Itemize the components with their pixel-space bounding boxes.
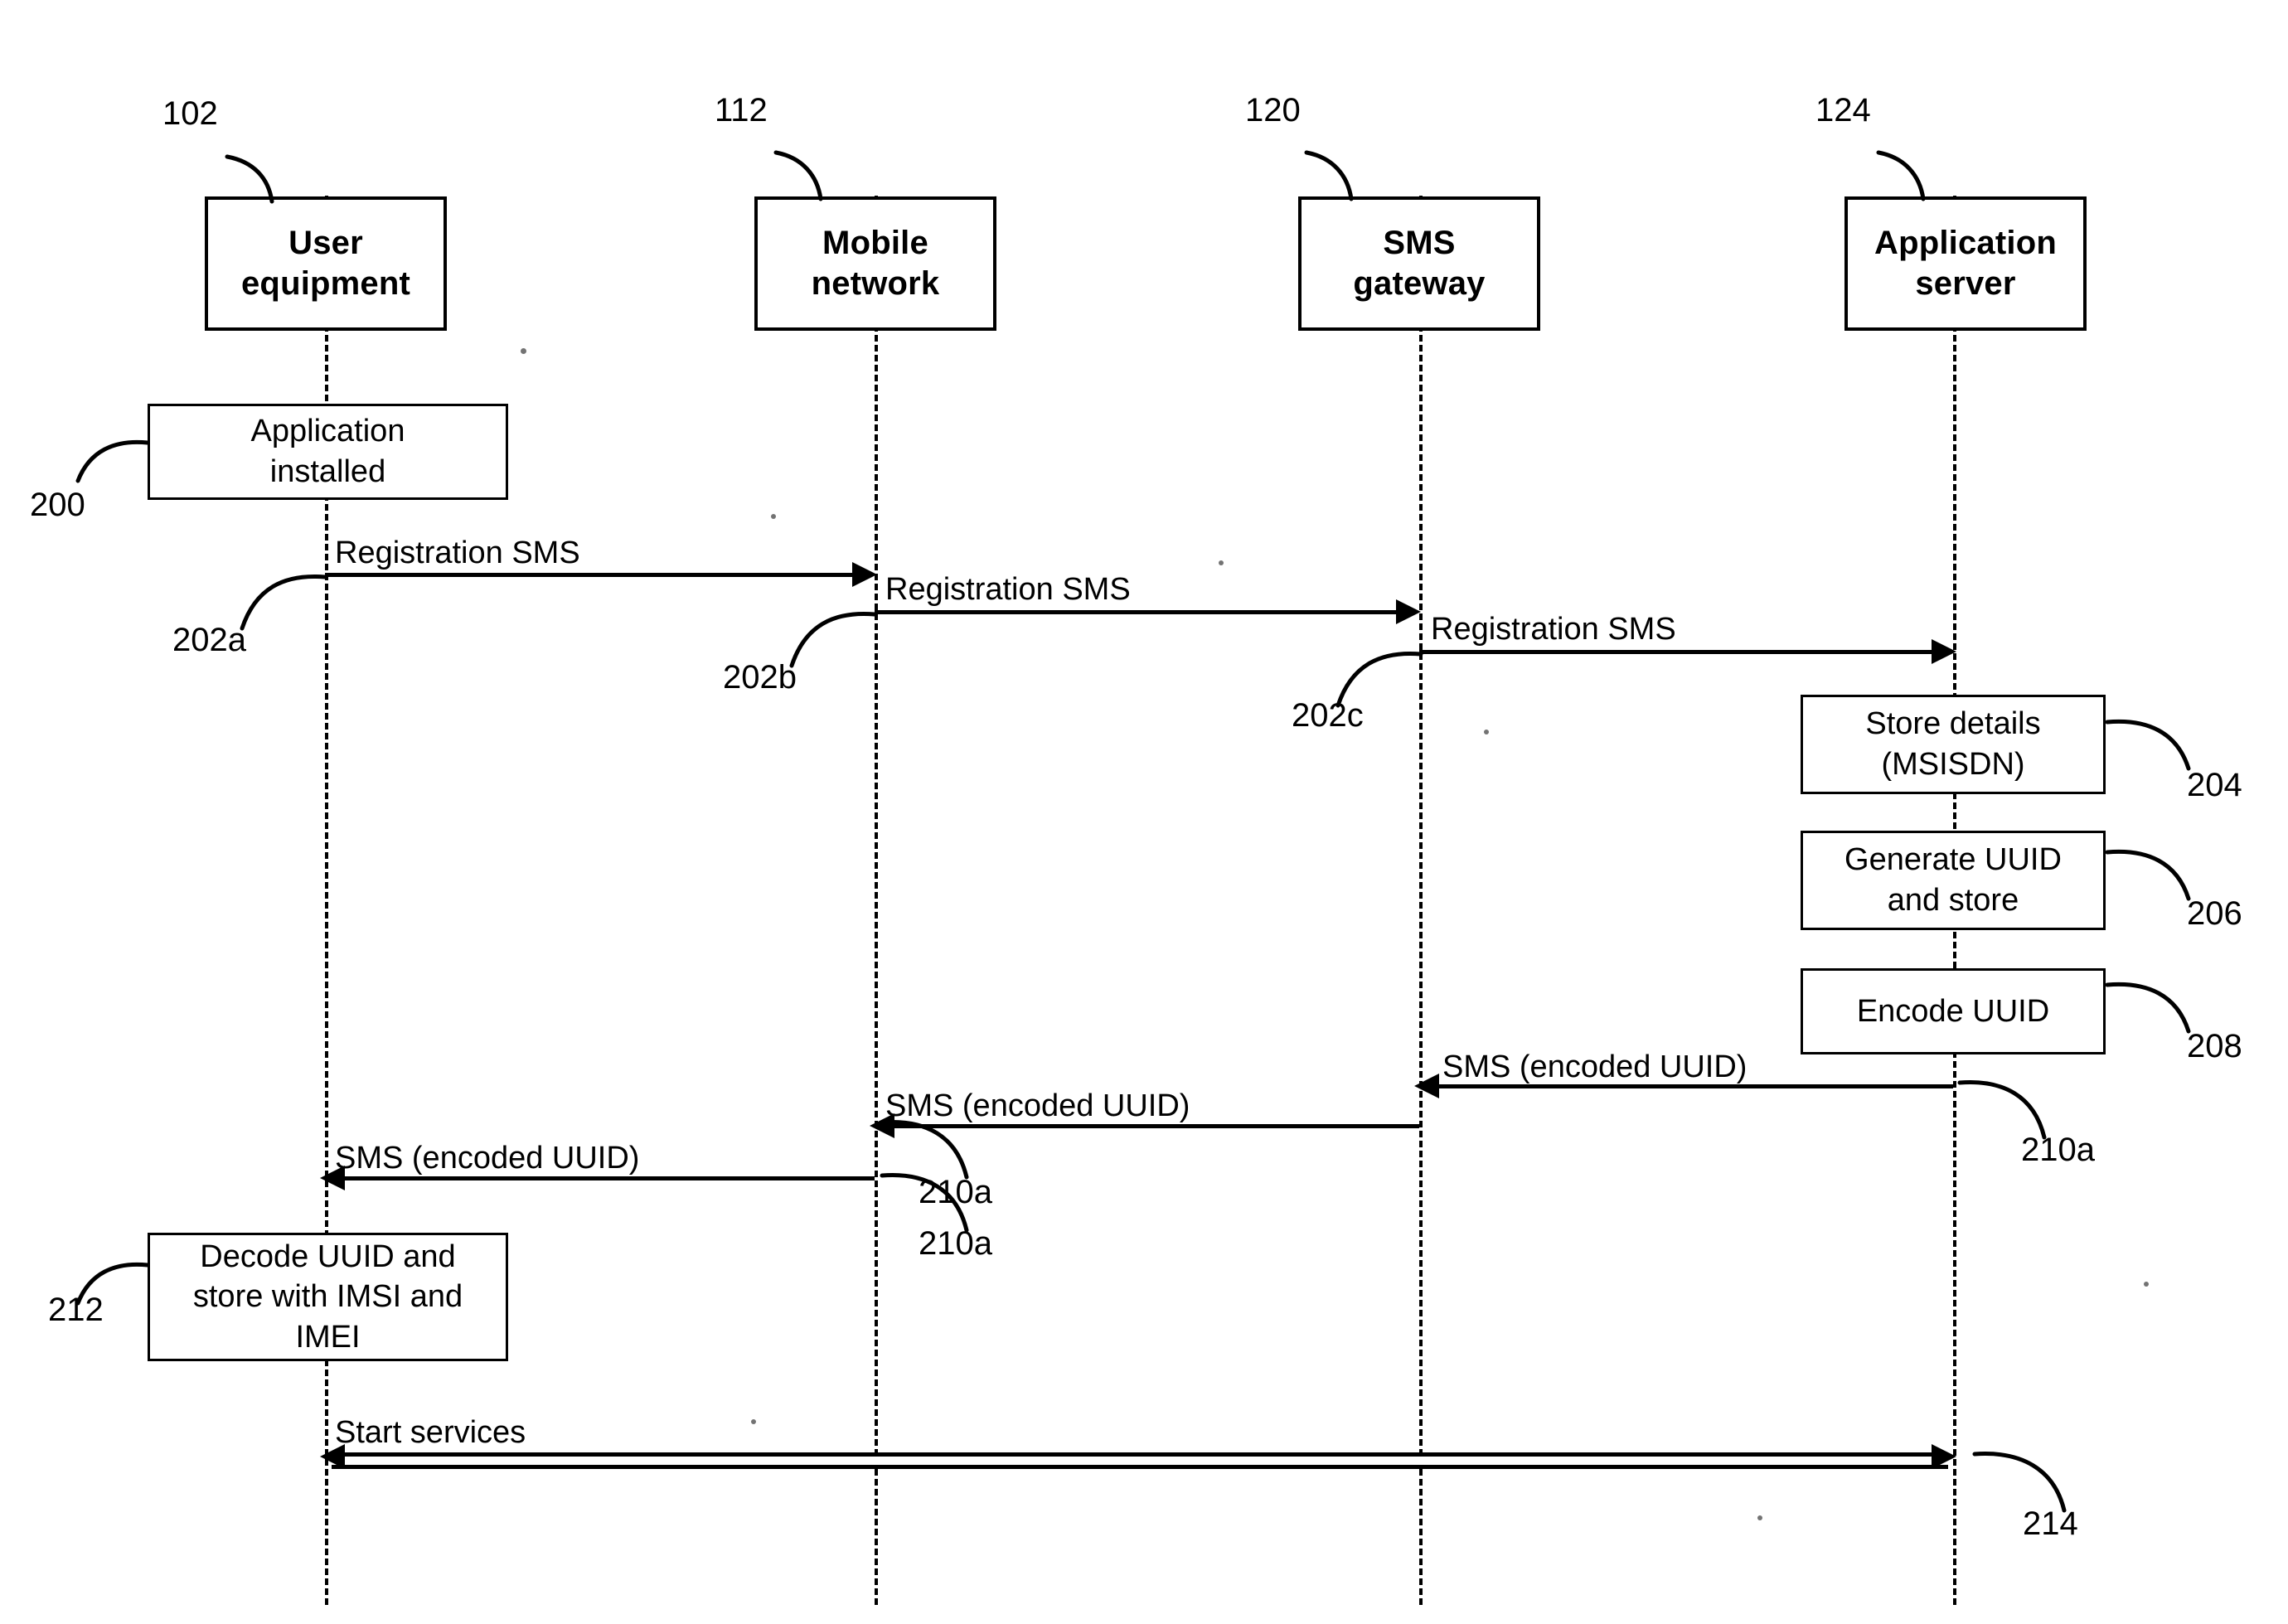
message-label-start-services: Start services	[335, 1415, 526, 1450]
leader-line-202a	[234, 572, 328, 633]
process-box-generate-uuid: Generate UUID and store	[1801, 831, 2106, 930]
leader-line-202b	[783, 609, 878, 671]
lifeline-sms-gateway	[1419, 196, 1423, 1605]
actor-label-line2: gateway	[1353, 265, 1486, 302]
process-box-decode-uuid: Decode UUID and store with IMSI and IMEI	[148, 1233, 508, 1361]
scan-speck	[1219, 560, 1224, 565]
ref-number-202a: 202a	[172, 622, 246, 658]
arrowhead-right-202b	[1396, 599, 1421, 624]
actor-label-line2: network	[811, 265, 940, 302]
actor-label-line1: User	[288, 225, 363, 262]
ref-number-200: 200	[30, 487, 85, 523]
ref-number-102: 102	[162, 95, 218, 132]
process-box-line1: Store details	[1865, 706, 2041, 742]
actor-box-mobile-network: Mobile network	[754, 196, 996, 331]
actor-box-application-server: Application server	[1844, 196, 2087, 331]
ref-number-214: 214	[2023, 1505, 2078, 1542]
lifeline-mobile-network	[875, 196, 878, 1605]
message-arrow-sms-encoded-uuid-1	[1419, 1084, 1953, 1088]
leader-line-102	[224, 153, 282, 205]
process-box-line1: Generate UUID	[1844, 842, 2062, 878]
arrowhead-right-202c	[1932, 639, 1956, 664]
process-box-line3: IMEI	[295, 1319, 361, 1355]
scan-speck	[2144, 1282, 2149, 1287]
message-label-sms-encoded-uuid-2: SMS (encoded UUID)	[885, 1088, 1190, 1123]
ref-number-212: 212	[48, 1292, 104, 1328]
ref-number-204: 204	[2187, 767, 2242, 803]
scan-speck	[1484, 730, 1489, 734]
process-box-line1: Application	[250, 414, 405, 449]
ref-number-120: 120	[1245, 92, 1301, 128]
actor-box-user-equipment: User equipment	[205, 196, 447, 331]
ref-number-210a-1: 210a	[2021, 1132, 2095, 1168]
process-box-line1: Encode UUID	[1856, 993, 2050, 1029]
scan-speck	[751, 1419, 756, 1424]
leader-line-120	[1303, 149, 1361, 202]
leader-line-206	[2104, 847, 2195, 905]
message-label-sms-encoded-uuid-1: SMS (encoded UUID)	[1442, 1050, 1748, 1084]
arrowhead-right-214	[1932, 1444, 1956, 1469]
process-box-store-details: Store details (MSISDN)	[1801, 695, 2106, 794]
sequence-diagram-canvas: User equipment Mobile network SMS gatewa…	[0, 0, 2288, 1624]
message-label-sms-encoded-uuid-3: SMS (encoded UUID)	[335, 1141, 640, 1176]
ref-number-202c: 202c	[1292, 697, 1364, 734]
ref-number-210a-3: 210a	[919, 1225, 992, 1262]
leader-line-124	[1875, 149, 1933, 202]
message-label-registration-sms-1: Registration SMS	[335, 536, 580, 570]
message-label-registration-sms-3: Registration SMS	[1431, 612, 1676, 647]
ref-number-124: 124	[1815, 92, 1871, 128]
process-box-application-installed: Application installed	[148, 404, 508, 500]
scan-speck	[521, 348, 526, 354]
message-arrow-registration-sms-3	[1419, 650, 1943, 654]
actor-label-line1: Mobile	[822, 225, 928, 262]
ref-number-208: 208	[2187, 1028, 2242, 1064]
message-arrow-registration-sms-2	[875, 610, 1405, 614]
message-label-registration-sms-2: Registration SMS	[885, 572, 1131, 607]
actor-label-line1: SMS	[1383, 225, 1456, 262]
ref-number-112: 112	[715, 92, 768, 128]
ref-number-210a-2: 210a	[919, 1174, 992, 1210]
process-box-line2: store with IMSI and	[192, 1279, 463, 1315]
process-box-line2: and store	[1887, 883, 2019, 918]
actor-label-line2: server	[1915, 265, 2016, 302]
leader-line-200	[71, 438, 151, 486]
ref-number-202b: 202b	[723, 659, 797, 696]
process-box-line1: Decode UUID and	[200, 1239, 456, 1274]
leader-line-208	[2104, 980, 2195, 1038]
process-box-line2: (MSISDN)	[1881, 747, 2025, 782]
leader-line-214	[1971, 1449, 2072, 1514]
leader-line-204	[2104, 717, 2195, 775]
scan-speck	[771, 514, 776, 519]
ref-number-206: 206	[2187, 895, 2242, 932]
leader-line-112	[773, 149, 831, 202]
arrowhead-left-210a-1	[1414, 1074, 1439, 1098]
actor-label-line1: Application	[1874, 225, 2057, 262]
scan-speck	[1757, 1515, 1762, 1520]
message-arrow-sms-encoded-uuid-3	[325, 1176, 875, 1180]
process-box-line2: installed	[269, 454, 386, 489]
actor-box-sms-gateway: SMS gateway	[1298, 196, 1540, 331]
actor-label-line2: equipment	[240, 265, 411, 302]
process-box-encode-uuid: Encode UUID	[1801, 968, 2106, 1054]
arrowhead-right-202a	[852, 562, 877, 587]
message-arrow-sms-encoded-uuid-2	[875, 1124, 1419, 1128]
message-arrow-registration-sms-1	[325, 573, 862, 577]
message-arrow-start-services	[332, 1452, 1948, 1469]
